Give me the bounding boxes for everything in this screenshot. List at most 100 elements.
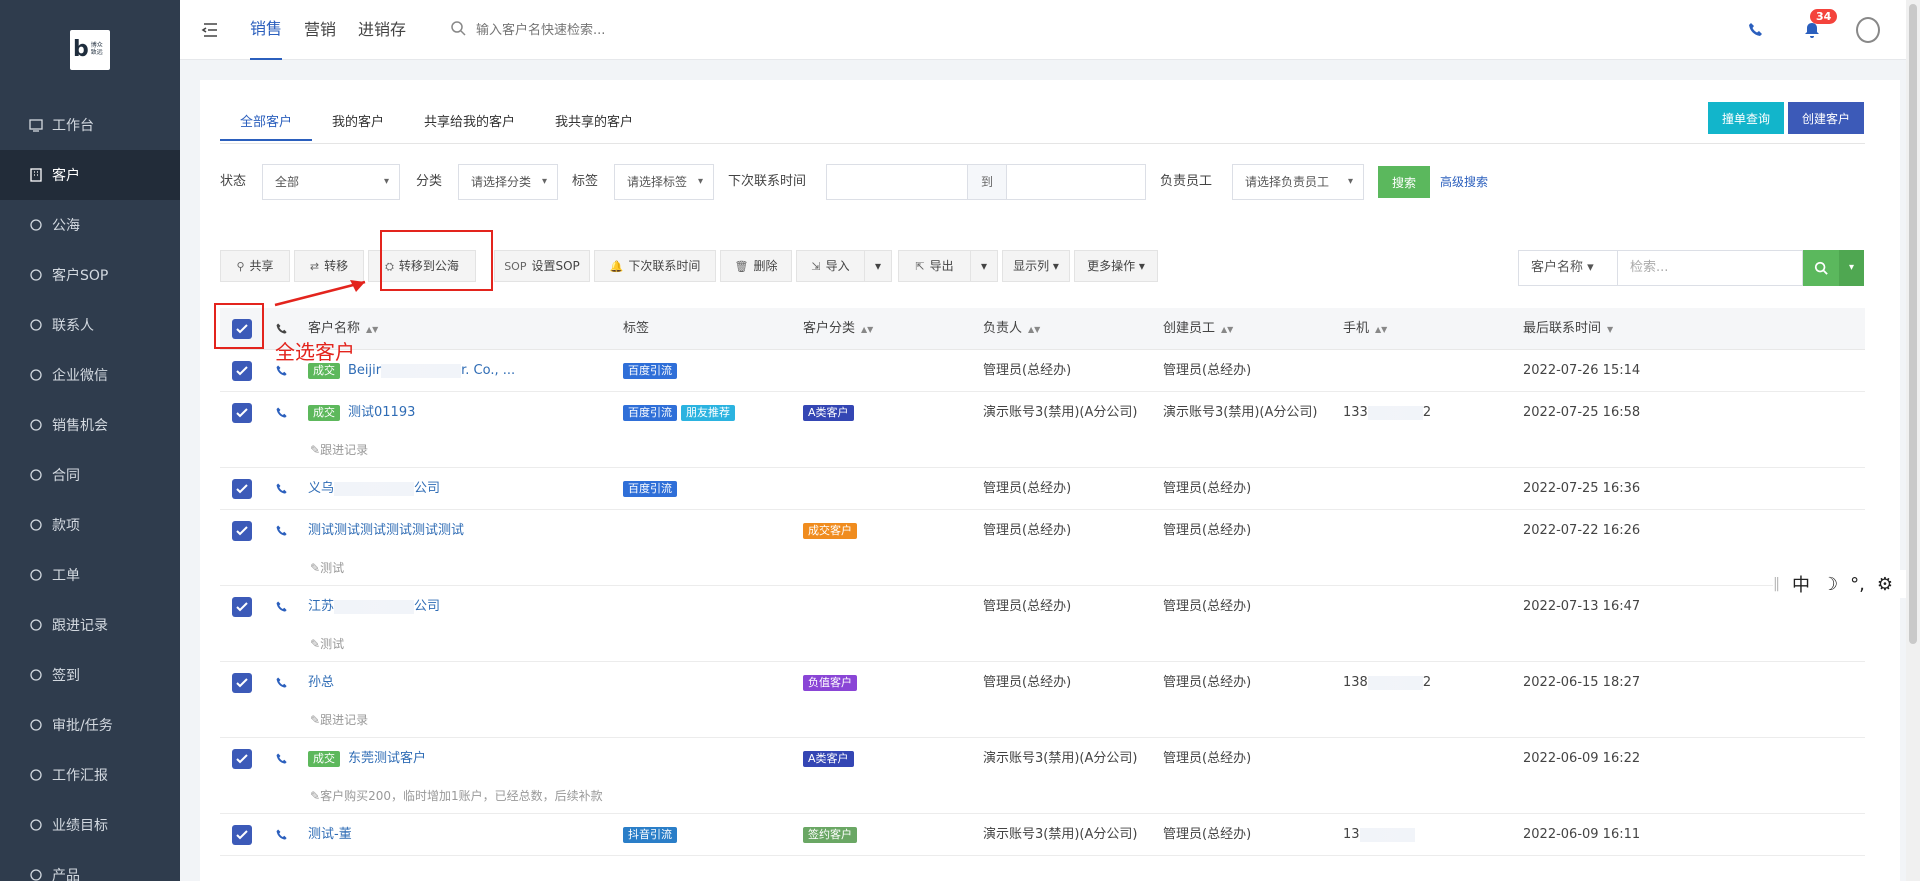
menu-toggle-icon[interactable] [200,20,220,40]
table-row[interactable]: 成交 Beijir r. Co., ... 百度引流 管理员(总经办) 管理员(总经办) 2… [220,350,1865,392]
export-button[interactable]: ⇱ 导出 [898,250,970,282]
phone-icon[interactable] [275,676,289,690]
row-checkbox[interactable] [232,361,252,381]
subtab-all-customers[interactable]: 全部客户 [220,105,313,141]
phone-icon[interactable] [275,752,289,766]
sidebar-item-8[interactable]: 款项 [0,500,180,550]
search-field-select[interactable]: 客户名称 ▾ [1518,250,1618,286]
table-row[interactable]: 义乌 公司 百度引流 管理员(总经办) 管理员(总经办) 2022-07-25 16:36 [220,468,1865,510]
customer-name-cell[interactable]: 义乌 公司 [308,468,440,510]
customer-name-suffix[interactable]: 公司 [414,481,440,496]
phone-icon[interactable] [275,524,289,538]
more-actions-button[interactable]: 更多操作 ▾ [1074,250,1158,282]
import-button[interactable]: ⇲ 导入 [796,250,864,282]
customer-name-cell[interactable]: 测试测试测试测试测试测试 [308,510,464,552]
sidebar-item-15[interactable]: 产品 [0,850,180,881]
sidebar-item-1[interactable]: 客户 [0,150,180,200]
customer-name[interactable]: 江苏 [308,599,334,614]
sidebar-item-6[interactable]: 销售机会 [0,400,180,450]
logo[interactable]: b 博众 致远 [70,30,110,70]
next-contact-button[interactable]: 🔔 下次联系时间 [594,250,716,282]
create-customer-button[interactable]: 创建客户 [1788,102,1864,134]
row-checkbox[interactable] [232,479,252,499]
top-tab-marketing[interactable]: 营销 [304,0,336,60]
tag-select[interactable]: 请选择标签 ▾ [614,164,714,200]
category-select[interactable]: 请选择分类 ▾ [458,164,558,200]
sidebar-item-2[interactable]: 公海 [0,200,180,250]
follow-note[interactable]: ✎跟进记录 [310,434,368,466]
next-contact-end-input[interactable] [1006,164,1146,200]
phone-icon[interactable] [275,828,289,842]
customer-name-cell[interactable]: 成交 东莞测试客户 [308,738,426,780]
subtab-my-customers[interactable]: 我的客户 [312,105,404,141]
row-checkbox[interactable] [232,597,252,617]
row-checkbox[interactable] [232,403,252,423]
row-checkbox[interactable] [232,825,252,845]
sidebar-item-0[interactable]: 工作台 [0,100,180,150]
customer-name-cell[interactable]: 测试-董 [308,814,352,856]
table-search-button[interactable] [1803,250,1839,286]
top-tab-sales[interactable]: 销售 [250,0,283,60]
top-search-input[interactable] [476,22,736,38]
customer-name[interactable]: Beijir [348,363,381,378]
customer-name[interactable]: 孙总 [308,675,334,690]
status-select[interactable]: 全部 ▾ [262,164,400,200]
phone-icon[interactable] [275,364,289,378]
customer-name-cell[interactable]: 孙总 [308,662,334,704]
top-tab-inventory[interactable]: 进销存 [358,0,406,60]
follow-note[interactable]: ✎测试 [310,552,344,584]
table-row[interactable]: 成交 东莞测试客户 A类客户 演示账号3(禁用)(A分公司) 管理员(总经办) 2022-… [220,738,1865,814]
customer-name[interactable]: 东莞测试客户 [348,751,426,766]
customer-name-cell[interactable]: 成交 测试01193 [308,392,415,434]
sidebar-item-10[interactable]: 跟进记录 [0,600,180,650]
row-checkbox[interactable] [232,673,252,693]
subtab-shared-by-me[interactable]: 我共享的客户 [535,105,653,141]
col-owner[interactable]: 负责人 ▲▼ [983,308,1040,350]
bell-icon[interactable]: 34 [1800,9,1838,42]
sidebar-item-3[interactable]: 客户SOP [0,250,180,300]
ime-lang[interactable]: 中 [1792,571,1810,597]
customer-name[interactable]: 测试01193 [348,405,415,420]
phone-icon[interactable] [1744,18,1768,42]
customer-name-suffix[interactable]: 公司 [414,599,440,614]
ime-punct-icon[interactable]: °, [1850,574,1865,595]
table-search-input[interactable]: 检索... [1618,250,1803,286]
sidebar-item-5[interactable]: 企业微信 [0,350,180,400]
row-checkbox[interactable] [232,521,252,541]
table-row[interactable]: 孙总 负值客户 管理员(总经办) 管理员(总经办) 138 2 2022-06-15 18:… [220,662,1865,738]
phone-icon[interactable] [275,482,289,496]
sidebar-item-13[interactable]: 工作汇报 [0,750,180,800]
avatar[interactable] [1856,17,1880,43]
ime-settings-icon[interactable]: ⚙ [1877,574,1893,595]
customer-name[interactable]: 测试-董 [308,827,352,842]
owner-select[interactable]: 请选择负责员工 ▾ [1232,164,1364,200]
scrollbar-thumb[interactable] [1909,4,1917,644]
row-checkbox[interactable] [232,749,252,769]
sidebar-item-4[interactable]: 联系人 [0,300,180,350]
follow-note[interactable]: ✎客户购买200，临时增加1账户，已经总数，后续补款 [310,780,603,812]
ime-moon-icon[interactable]: ☽ [1822,574,1838,595]
col-creator[interactable]: 创建员工 ▲▼ [1163,308,1233,350]
phone-icon[interactable] [275,600,289,614]
subtab-shared-to-me[interactable]: 共享给我的客户 [404,105,535,141]
sidebar-item-7[interactable]: 合同 [0,450,180,500]
page-scrollbar[interactable] [1906,0,1920,881]
advanced-search-link[interactable]: 高级搜索 [1440,164,1488,200]
table-row[interactable]: 测试测试测试测试测试测试 成交客户 管理员(总经办) 管理员(总经办) 2022-07-… [220,510,1865,586]
customer-name[interactable]: 义乌 [308,481,334,496]
col-mobile[interactable]: 手机 ▲▼ [1343,308,1387,350]
follow-note[interactable]: ✎测试 [310,628,344,660]
set-sop-button[interactable]: SOP 设置SOP [494,250,590,282]
table-row[interactable]: 江苏 公司 管理员(总经办) 管理员(总经办) 2022-07-13 16:47 ✎测试 [220,586,1865,662]
search-button[interactable]: 搜索 [1378,166,1430,198]
customer-name[interactable]: 测试测试测试测试测试测试 [308,523,464,538]
sidebar-item-14[interactable]: 业绩目标 [0,800,180,850]
table-row[interactable]: 成交 测试01193 百度引流 朋友推荐 A类客户 演示账号3(禁用)(A分公司) 演示账号… [220,392,1865,468]
next-contact-start-input[interactable] [826,164,968,200]
phone-icon[interactable] [275,406,289,420]
columns-button[interactable]: 显示列 ▾ [1002,250,1070,282]
sidebar-item-12[interactable]: 审批/任务 [0,700,180,750]
export-dropdown[interactable]: ▾ [970,250,998,282]
col-category[interactable]: 客户分类 ▲▼ [803,308,873,350]
sidebar-item-11[interactable]: 签到 [0,650,180,700]
